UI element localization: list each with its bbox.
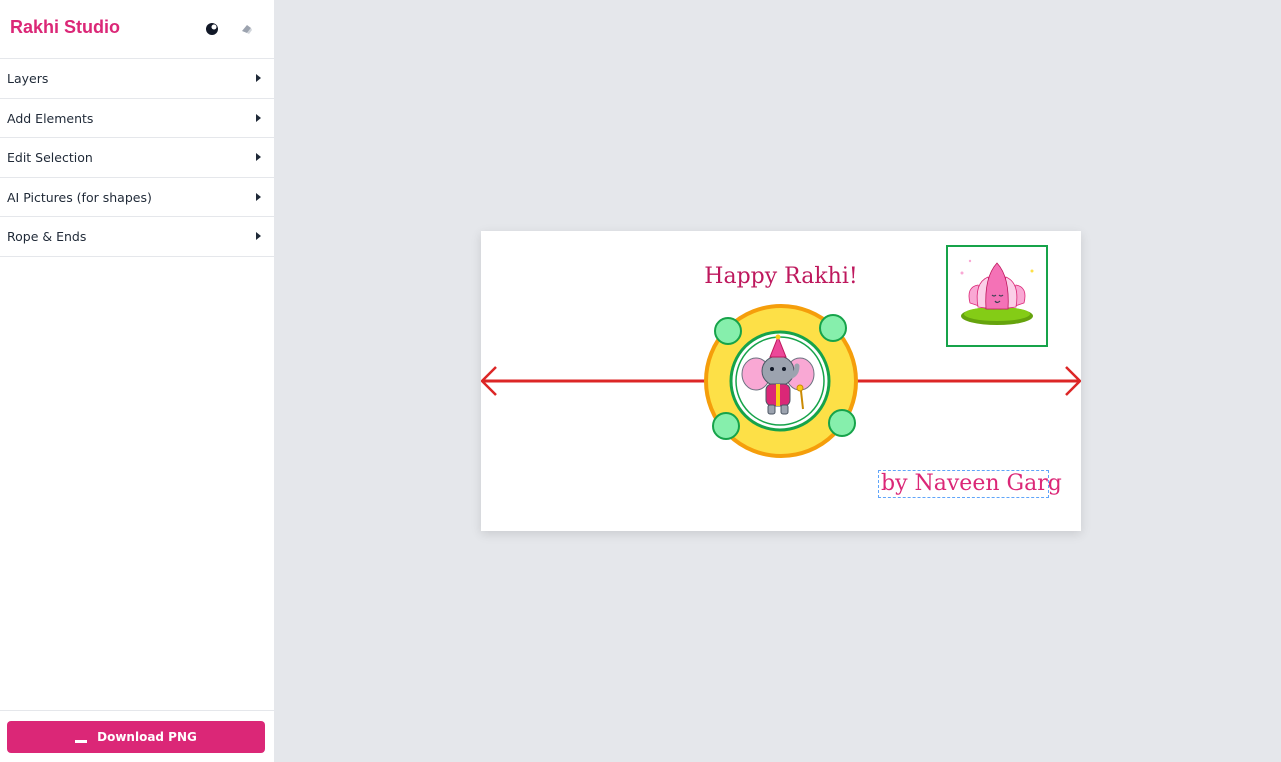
bead-bottom-right[interactable] xyxy=(828,409,856,437)
bead-top-left[interactable] xyxy=(714,317,742,345)
sidebar-item-edit-selection[interactable]: Edit Selection xyxy=(0,138,274,178)
caret-right-icon xyxy=(256,192,261,201)
download-png-button[interactable]: Download PNG xyxy=(7,721,265,753)
sidebar-header: Rakhi Studio xyxy=(0,0,274,59)
sidebar-item-label: Add Elements xyxy=(7,110,94,126)
design-canvas[interactable]: Happy Rakhi! by Naveen Garg xyxy=(481,231,1081,531)
sidebar-footer: Download PNG xyxy=(0,710,275,762)
lotus-image xyxy=(960,259,1034,325)
sidebar-item-label: Rope & Ends xyxy=(7,229,87,244)
sidebar-item-label: AI Pictures (for shapes) xyxy=(7,189,152,205)
reset-button[interactable] xyxy=(238,20,256,38)
caret-right-icon xyxy=(256,232,261,240)
sidebar-item-ai-pictures[interactable]: AI Pictures (for shapes) xyxy=(0,178,274,217)
eraser-icon xyxy=(242,25,252,34)
theme-toggle-button[interactable] xyxy=(203,20,221,38)
caret-right-icon xyxy=(256,113,261,122)
half-moon-icon xyxy=(206,23,218,35)
sidebar-item-label: Layers xyxy=(7,71,49,86)
canvas-byline-text[interactable]: by Naveen Garg xyxy=(878,470,1062,498)
bead-bottom-left[interactable] xyxy=(712,412,740,440)
sidebar-item-layers[interactable]: Layers xyxy=(0,59,274,99)
sidebar: Rakhi Studio Layers Add Elements Edit Se… xyxy=(0,0,275,762)
sidebar-item-add-elements[interactable]: Add Elements xyxy=(0,99,274,138)
download-label: Download PNG xyxy=(97,730,197,744)
download-icon xyxy=(75,739,88,743)
app-title: Rakhi Studio xyxy=(10,17,121,37)
bead-top-right[interactable] xyxy=(819,314,847,342)
sidebar-item-label: Edit Selection xyxy=(7,150,93,165)
sidebar-item-rope-ends[interactable]: Rope & Ends xyxy=(0,217,274,257)
caret-right-icon xyxy=(256,153,261,161)
caret-right-icon xyxy=(256,74,261,82)
lotus-sticker[interactable] xyxy=(946,245,1048,347)
